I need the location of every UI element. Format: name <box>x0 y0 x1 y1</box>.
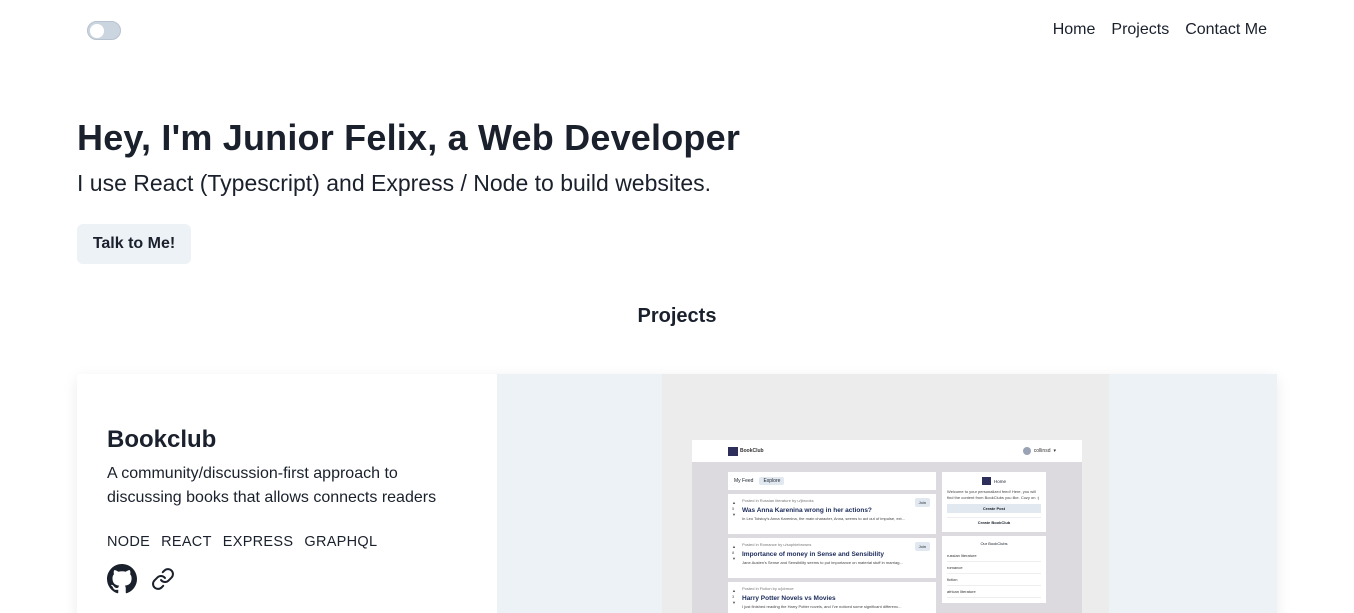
screenshot-club-item: romance <box>947 562 1041 574</box>
screenshot-sidebar: Home Welcome to your personalized feed! … <box>942 472 1046 607</box>
project-title: Bookclub <box>107 426 217 453</box>
screenshot-post-title: Harry Potter Novels vs Movies <box>742 595 836 602</box>
screenshot-home-box: Home Welcome to your personalized feed! … <box>942 472 1046 532</box>
screenshot-post-meta: Posted in Russian literature by u/jbrook… <box>742 498 814 503</box>
tag-express: EXPRESS <box>222 534 294 550</box>
screenshot-tab-myfeed: My Feed <box>734 478 754 484</box>
nav-item-projects[interactable]: Projects <box>1111 21 1169 39</box>
screenshot-feed-tabs: My Feed Explore <box>728 472 936 490</box>
hero-title: Hey, I'm Junior Felix, a Web Developer <box>77 117 741 158</box>
project-info: Bookclub A community/discussion-first ap… <box>107 426 467 599</box>
tag-react: REACT <box>161 534 212 550</box>
screenshot-club-item: russian literature <box>947 550 1041 562</box>
nav-item-home[interactable]: Home <box>1053 21 1096 39</box>
screenshot-post-title: Importance of money in Sense and Sensibi… <box>742 551 884 558</box>
screenshot-post-join: Join <box>914 542 930 551</box>
screenshot-post-votes: ▲ 8 ▼ <box>732 544 736 561</box>
screenshot-feed: My Feed Explore ▲ 5 ▼ Posted in Russian li… <box>728 472 936 613</box>
screenshot-post-votes: ▲ 3 ▼ <box>732 588 736 605</box>
screenshot-create-post: Create Post <box>947 504 1041 513</box>
project-links <box>107 564 467 599</box>
screenshot-post-votes: ▲ 5 ▼ <box>732 500 736 517</box>
screenshot-brand: BookClub <box>728 446 764 456</box>
theme-toggle-knob <box>90 24 104 38</box>
screenshot-post-meta: Posted in Romance by u/sophiebrowns <box>742 542 812 547</box>
screenshot-user: collinsd ▾ <box>1022 447 1056 455</box>
screenshot-clubs-title: Our BookClubs <box>980 541 1008 546</box>
theme-toggle[interactable] <box>87 21 121 40</box>
screenshot-post: ▲ 5 ▼ Posted in Russian literature by u/jb… <box>728 494 936 534</box>
screenshot-home-header: Home <box>947 477 1041 485</box>
screenshot-post-snippet: In Leo Tolstoy's Anna Karenina, the main… <box>742 516 906 521</box>
github-icon[interactable] <box>107 564 137 599</box>
book-logo-icon <box>981 477 991 485</box>
screenshot-post-join: Join <box>914 498 930 507</box>
project-card-bookclub: Bookclub A community/discussion-first ap… <box>77 374 1277 613</box>
screenshot-header: BookClub collinsd ▾ <box>692 440 1082 462</box>
screenshot-username: collinsd <box>1033 448 1051 454</box>
hero-subtitle: I use React (Typescript) and Express / N… <box>77 170 712 196</box>
tag-graphql: GRAPHQL <box>304 534 378 550</box>
talk-to-me-button[interactable]: Talk to Me! <box>77 224 191 264</box>
project-image-panel: BookClub collinsd ▾ My Feed Explore ▲ 5 ▼ … <box>497 374 1277 613</box>
project-description: A community/discussion-first approach to… <box>107 465 437 506</box>
top-bar: Home Projects Contact Me <box>0 0 1354 62</box>
screenshot-club-item: fiction <box>947 574 1041 586</box>
screenshot-create-club: Create BookClub <box>947 517 1041 527</box>
screenshot-post: ▲ 3 ▼ Posted in Fiction by u/jdrmoe Harry … <box>728 582 936 613</box>
screenshot-post: ▲ 8 ▼ Posted in Romance by u/sophiebrowns … <box>728 538 936 578</box>
nav-item-contact[interactable]: Contact Me <box>1185 21 1267 39</box>
chevron-down-icon: ▾ <box>1053 448 1056 454</box>
main-nav: Home Projects Contact Me <box>1053 21 1267 39</box>
project-screenshot: BookClub collinsd ▾ My Feed Explore ▲ 5 ▼ … <box>692 440 1082 613</box>
screenshot-home-label: Home <box>993 478 1006 484</box>
screenshot-club-item: african literature <box>947 586 1041 598</box>
screenshot-tab-explore: Explore <box>759 477 785 485</box>
screenshot-brand-label: BookClub <box>740 448 764 454</box>
screenshot-post-title: Was Anna Karenina wrong in her actions? <box>742 507 872 514</box>
project-tags: NODE REACT EXPRESS GRAPHQL <box>107 534 467 550</box>
user-avatar-icon <box>1022 447 1031 455</box>
screenshot-post-snippet: I just finished reading the Harry Potter… <box>742 604 902 609</box>
link-icon[interactable] <box>151 567 175 596</box>
screenshot-post-meta: Posted in Fiction by u/jdrmoe <box>742 586 794 591</box>
screenshot-clubs-box: Our BookClubs russian literature romance… <box>942 536 1046 603</box>
screenshot-post-snippet: Jane Austen's Sense and Sensibility seem… <box>742 560 903 565</box>
projects-heading: Projects <box>637 305 717 327</box>
tag-node: NODE <box>107 534 151 550</box>
screenshot-welcome-text: Welcome to your personalized feed! Here,… <box>947 489 1040 500</box>
book-logo-icon <box>728 446 738 456</box>
